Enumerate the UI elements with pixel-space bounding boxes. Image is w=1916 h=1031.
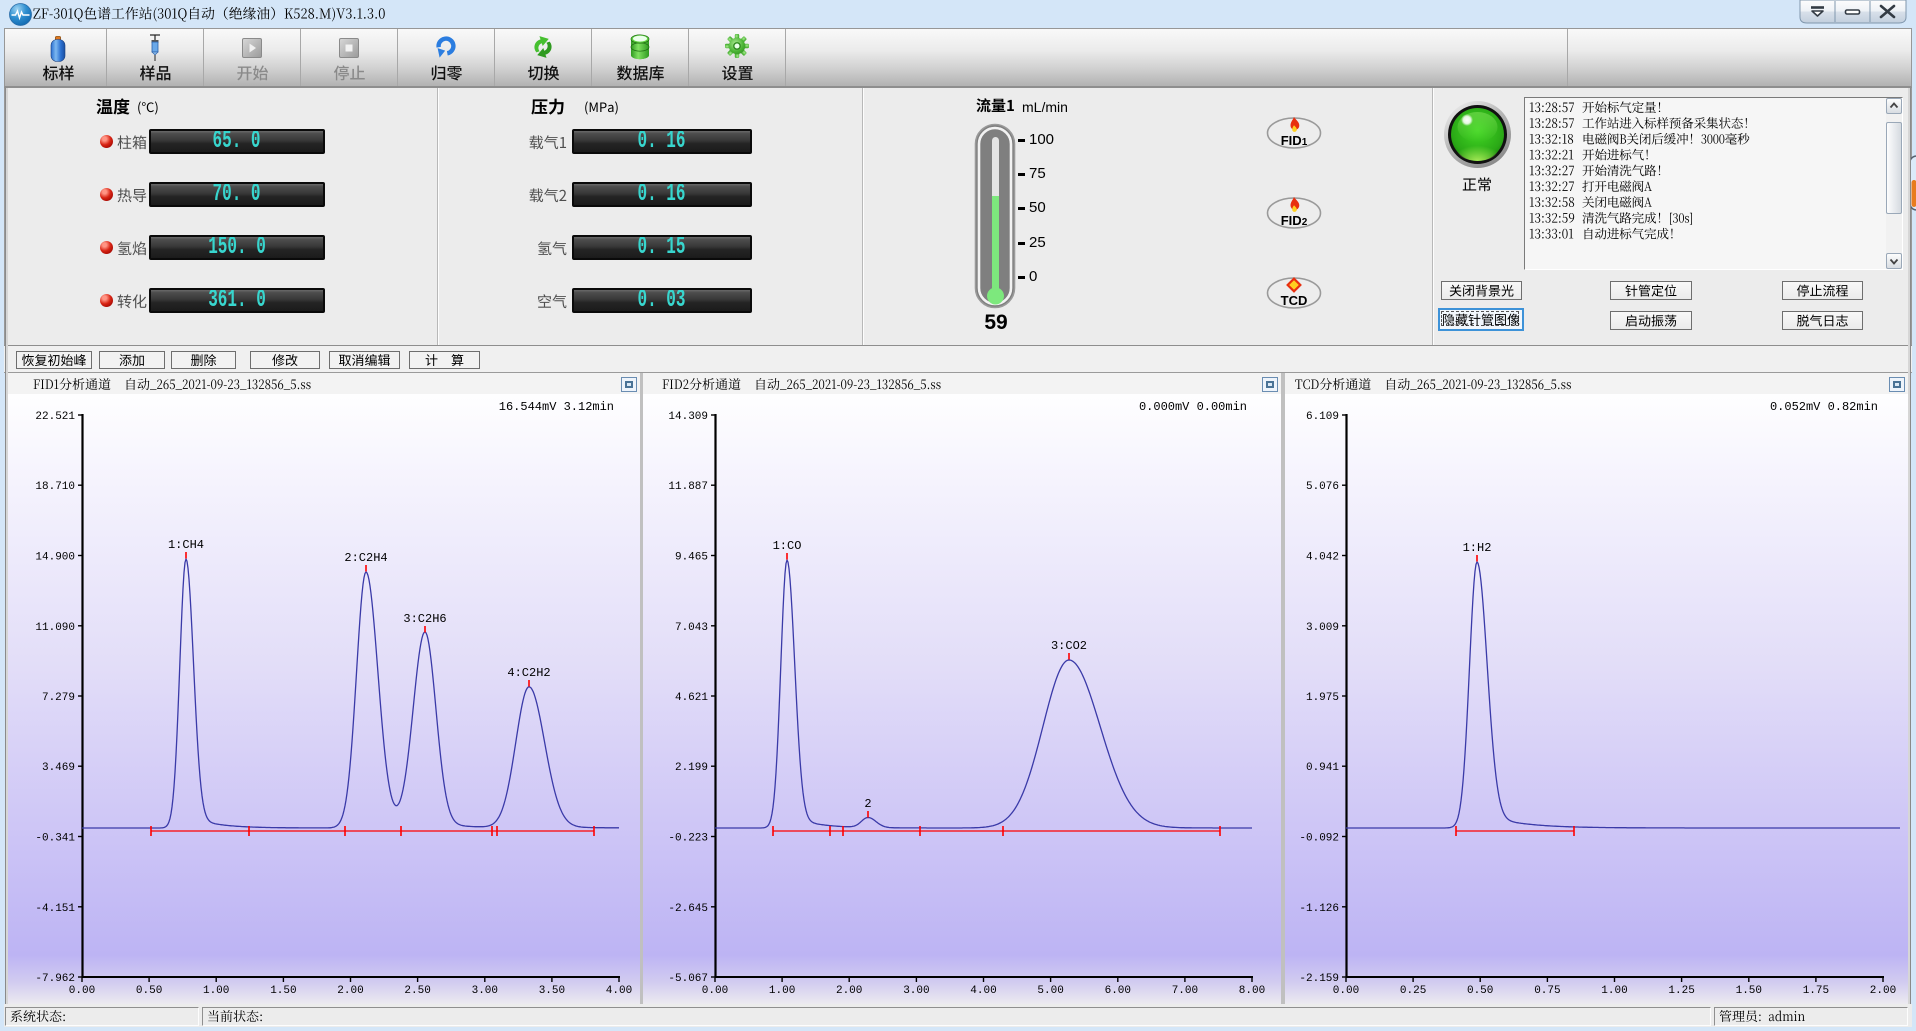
svg-text:1:H2: 1:H2 xyxy=(1463,541,1492,555)
svg-text:0.00: 0.00 xyxy=(1333,985,1359,997)
svg-text:8.00: 8.00 xyxy=(1239,985,1265,997)
svg-text:1.75: 1.75 xyxy=(1803,985,1829,997)
svg-text:1.00: 1.00 xyxy=(203,985,229,997)
svg-text:1.00: 1.00 xyxy=(1601,985,1627,997)
svg-text:3:CO2: 3:CO2 xyxy=(1051,639,1087,653)
svg-text:4.042: 4.042 xyxy=(1306,552,1339,564)
svg-text:3.009: 3.009 xyxy=(1306,622,1339,634)
svg-text:-0.341: -0.341 xyxy=(35,833,75,845)
svg-text:0.50: 0.50 xyxy=(136,985,162,997)
svg-text:14.309: 14.309 xyxy=(668,411,708,423)
svg-text:6.00: 6.00 xyxy=(1105,985,1131,997)
svg-text:2.199: 2.199 xyxy=(675,762,708,774)
svg-text:2:C2H4: 2:C2H4 xyxy=(344,551,387,565)
svg-text:6.109: 6.109 xyxy=(1306,411,1339,423)
svg-text:11.090: 11.090 xyxy=(35,622,75,634)
svg-text:1.975: 1.975 xyxy=(1306,692,1339,704)
svg-text:3:C2H6: 3:C2H6 xyxy=(403,612,446,626)
svg-text:1:CH4: 1:CH4 xyxy=(168,538,204,552)
svg-text:3.469: 3.469 xyxy=(42,762,75,774)
svg-text:4.00: 4.00 xyxy=(970,985,996,997)
svg-text:-2.645: -2.645 xyxy=(668,903,708,915)
svg-text:14.900: 14.900 xyxy=(35,552,75,564)
svg-text:0.000mV 0.00min: 0.000mV 0.00min xyxy=(1139,400,1247,414)
svg-text:22.521: 22.521 xyxy=(35,411,75,423)
svg-text:3.00: 3.00 xyxy=(903,985,929,997)
svg-text:4.621: 4.621 xyxy=(675,692,708,704)
svg-text:9.465: 9.465 xyxy=(675,552,708,564)
svg-text:4:C2H2: 4:C2H2 xyxy=(507,666,550,680)
svg-text:0.75: 0.75 xyxy=(1534,985,1560,997)
svg-text:0.25: 0.25 xyxy=(1400,985,1426,997)
svg-text:-0.092: -0.092 xyxy=(1299,833,1339,845)
svg-text:1.25: 1.25 xyxy=(1668,985,1694,997)
svg-text:2.00: 2.00 xyxy=(1870,985,1896,997)
svg-text:1.50: 1.50 xyxy=(1736,985,1762,997)
svg-text:0.50: 0.50 xyxy=(1467,985,1493,997)
svg-text:4.00: 4.00 xyxy=(606,985,632,997)
svg-text:0.052mV 0.82min: 0.052mV 0.82min xyxy=(1770,400,1878,414)
svg-text:7.00: 7.00 xyxy=(1172,985,1198,997)
svg-text:16.544mV 3.12min: 16.544mV 3.12min xyxy=(499,400,614,414)
svg-text:11.887: 11.887 xyxy=(668,481,708,493)
svg-text:0.941: 0.941 xyxy=(1306,762,1339,774)
svg-text:2.00: 2.00 xyxy=(337,985,363,997)
svg-text:-5.067: -5.067 xyxy=(668,973,708,985)
svg-text:-1.126: -1.126 xyxy=(1299,903,1339,915)
svg-text:3.00: 3.00 xyxy=(472,985,498,997)
svg-text:1.00: 1.00 xyxy=(769,985,795,997)
svg-text:-0.223: -0.223 xyxy=(668,833,708,845)
svg-text:7.279: 7.279 xyxy=(42,692,75,704)
svg-text:-2.159: -2.159 xyxy=(1299,973,1339,985)
svg-text:5.00: 5.00 xyxy=(1037,985,1063,997)
svg-text:7.043: 7.043 xyxy=(675,622,708,634)
svg-text:5.076: 5.076 xyxy=(1306,481,1339,493)
svg-text:2: 2 xyxy=(864,797,871,811)
svg-text:2.00: 2.00 xyxy=(836,985,862,997)
svg-text:-7.962: -7.962 xyxy=(35,973,75,985)
svg-text:0.00: 0.00 xyxy=(69,985,95,997)
svg-text:2.50: 2.50 xyxy=(404,985,430,997)
svg-text:0.00: 0.00 xyxy=(702,985,728,997)
svg-text:1:CO: 1:CO xyxy=(773,539,802,553)
svg-text:-4.151: -4.151 xyxy=(35,903,75,915)
svg-text:18.710: 18.710 xyxy=(35,481,75,493)
svg-text:3.50: 3.50 xyxy=(539,985,565,997)
svg-text:1.50: 1.50 xyxy=(270,985,296,997)
